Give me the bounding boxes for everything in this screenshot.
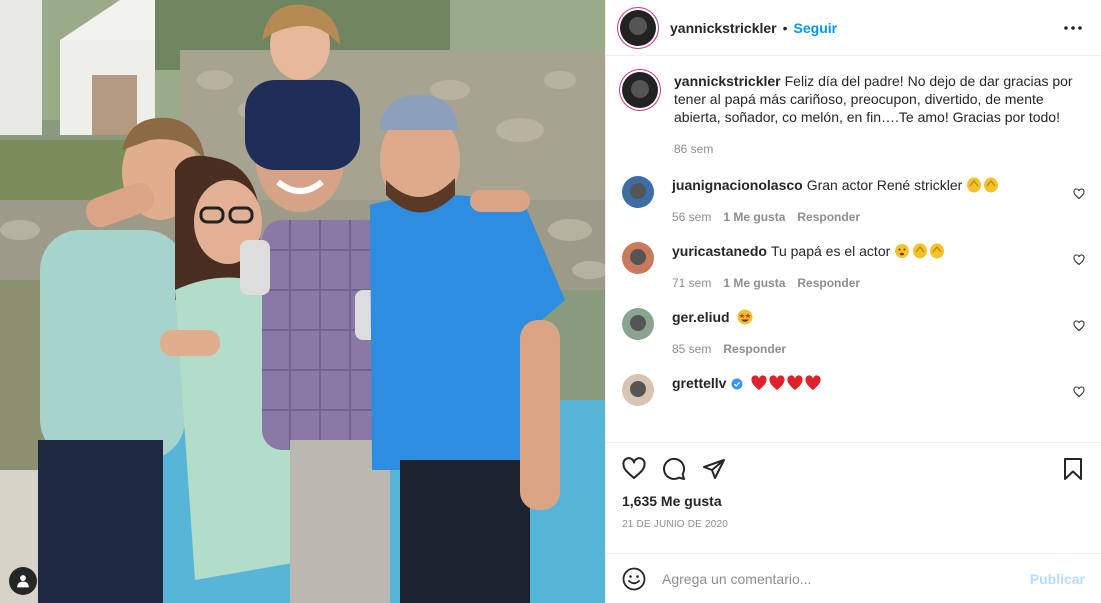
user-icon — [17, 575, 29, 588]
comment-item: grettellv — [622, 374, 1085, 406]
emoji-picker-icon[interactable] — [622, 567, 646, 591]
heart-icon[interactable] — [622, 457, 646, 481]
post-modal: yannickstrickler • Seguir yannickstrickl… — [0, 0, 1101, 603]
like-comment-heart-icon[interactable] — [1073, 254, 1085, 266]
comment-username[interactable]: grettellv — [672, 375, 726, 391]
comment-time[interactable]: 71 sem — [672, 274, 711, 292]
post-caption: yannickstrickler Feliz día del padre! No … — [622, 72, 1085, 158]
caption-avatar[interactable] — [622, 72, 658, 108]
comment-input[interactable] — [662, 570, 1030, 587]
like-comment-heart-icon[interactable] — [1073, 386, 1085, 398]
caption-meta: 86 sem — [674, 140, 1085, 158]
comment-username[interactable]: yuricastanedo — [672, 243, 767, 259]
comment-likes[interactable]: 1 Me gusta — [723, 208, 785, 226]
star-struck-emoji-icon — [737, 309, 753, 325]
likes-count[interactable]: 1,635 Me gusta — [622, 493, 1085, 509]
commenter-avatar[interactable] — [622, 242, 654, 274]
face-and-clapping-emoji-icon — [895, 243, 945, 259]
tagged-users-button[interactable] — [9, 567, 37, 595]
comment-item: yuricastanedo Tu papá es el actor 71 sem … — [622, 242, 1085, 292]
red-hearts-emoji-icon — [751, 375, 821, 390]
commenter-avatar[interactable] — [622, 374, 654, 406]
reply-button[interactable]: Responder — [797, 274, 860, 292]
comment-text: Tu papá es el actor — [770, 243, 891, 259]
clapping-hands-emoji-icon — [967, 177, 999, 193]
comment-item: juanignacionolasco Gran actor René strick… — [622, 176, 1085, 226]
share-icon[interactable] — [702, 457, 726, 481]
commenter-avatar[interactable] — [622, 308, 654, 340]
reply-button[interactable]: Responder — [797, 208, 860, 226]
caption-time[interactable]: 86 sem — [674, 140, 713, 158]
more-horizontal-icon — [1064, 25, 1082, 30]
post-actions: 1,635 Me gusta 21 DE JUNIO DE 2020 — [606, 442, 1101, 553]
reply-button[interactable]: Responder — [723, 340, 786, 358]
post-photo[interactable] — [0, 0, 605, 603]
comment-username[interactable]: juanignacionolasco — [672, 177, 803, 193]
follow-button[interactable]: Seguir — [794, 20, 838, 36]
header-separator: • — [782, 19, 788, 36]
comment-username[interactable]: ger.eliud — [672, 309, 730, 325]
caption-username[interactable]: yannickstrickler — [674, 73, 781, 89]
author-avatar[interactable] — [620, 9, 656, 46]
comments-list[interactable]: yannickstrickler Feliz día del padre! No … — [606, 56, 1101, 442]
comment-likes[interactable]: 1 Me gusta — [723, 274, 785, 292]
like-comment-heart-icon[interactable] — [1073, 188, 1085, 200]
like-comment-heart-icon[interactable] — [1073, 320, 1085, 332]
publish-button[interactable]: Publicar — [1030, 571, 1085, 587]
comment-item: ger.eliud 85 sem Responder — [622, 308, 1085, 358]
comment-time[interactable]: 85 sem — [672, 340, 711, 358]
bookmark-icon[interactable] — [1061, 457, 1085, 481]
more-options-button[interactable] — [1061, 16, 1085, 40]
author-username[interactable]: yannickstrickler — [670, 20, 777, 36]
commenter-avatar[interactable] — [622, 176, 654, 208]
family-photo-illustration — [0, 0, 605, 603]
comment-text: Gran actor René strickler — [806, 177, 963, 193]
post-date[interactable]: 21 DE JUNIO DE 2020 — [622, 519, 1085, 530]
post-sidebar: yannickstrickler • Seguir yannickstrickl… — [605, 0, 1101, 603]
add-comment-bar: Publicar — [606, 553, 1101, 603]
verified-badge-icon — [731, 378, 743, 390]
post-header: yannickstrickler • Seguir — [606, 0, 1101, 56]
comment-time[interactable]: 56 sem — [672, 208, 711, 226]
comment-icon[interactable] — [662, 457, 686, 481]
